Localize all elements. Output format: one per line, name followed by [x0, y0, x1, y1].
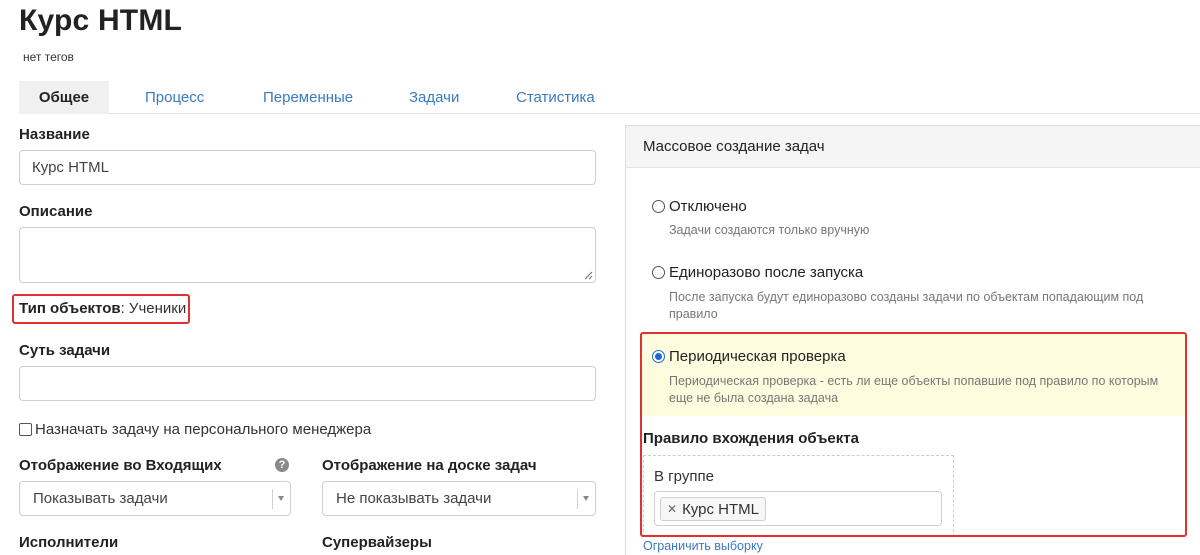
- radio-label: Единоразово после запуска: [669, 264, 864, 281]
- task-essence-input[interactable]: [19, 366, 596, 401]
- annotation-box-periodic: [640, 332, 1187, 537]
- object-type-line: Тип объектов: Ученики: [19, 300, 186, 317]
- tab-process[interactable]: Процесс: [145, 81, 204, 114]
- board-display-label: Отображение на доске задач: [322, 457, 537, 474]
- tab-general[interactable]: Общее: [19, 81, 109, 114]
- description-label: Описание: [19, 203, 93, 220]
- name-input[interactable]: Курс HTML: [19, 150, 596, 185]
- tab-tasks[interactable]: Задачи: [409, 81, 459, 114]
- radio-option-disabled[interactable]: Отключено: [652, 198, 747, 215]
- panel-header: Массовое создание задач: [626, 126, 1200, 168]
- object-type-value: : Ученики: [120, 300, 187, 317]
- tab-variables[interactable]: Переменные: [263, 81, 353, 114]
- help-icon[interactable]: ?: [275, 458, 289, 472]
- panel-title: Массовое создание задач: [643, 138, 825, 155]
- inbox-display-select[interactable]: Показывать задачи: [19, 481, 291, 516]
- radio-description: После запуска будут единоразово созданы …: [669, 290, 1144, 321]
- caret-down-icon: [583, 496, 589, 501]
- executors-label: Исполнители: [19, 534, 119, 551]
- radio-button[interactable]: [652, 266, 665, 279]
- board-display-select[interactable]: Не показывать задачи: [322, 481, 596, 516]
- name-label: Название: [19, 126, 90, 143]
- caret-down-icon: [278, 496, 284, 501]
- radio-label: Отключено: [669, 198, 747, 215]
- assign-manager-checkbox[interactable]: [19, 423, 32, 436]
- limit-selection-link[interactable]: Ограничить выборку: [643, 539, 763, 553]
- inbox-display-value: Показывать задачи: [33, 490, 168, 507]
- select-divider: [577, 489, 578, 509]
- name-input-value: Курс HTML: [32, 159, 109, 176]
- assign-manager-row[interactable]: Назначать задачу на персонального менедж…: [19, 421, 371, 438]
- radio-option-once[interactable]: Единоразово после запуска: [652, 264, 863, 281]
- description-textarea[interactable]: [19, 227, 596, 283]
- resize-handle-icon[interactable]: [584, 271, 593, 280]
- board-display-value: Не показывать задачи: [336, 490, 492, 507]
- object-type-label: Тип объектов: [19, 300, 121, 317]
- assign-manager-label: Назначать задачу на персонального менедж…: [35, 421, 372, 438]
- task-essence-label: Суть задачи: [19, 342, 111, 359]
- tab-statistics[interactable]: Статистика: [516, 81, 595, 114]
- inbox-display-label: Отображение во Входящих: [19, 457, 222, 474]
- tab-bar: Общее Процесс Переменные Задачи Статисти…: [19, 81, 1200, 114]
- page-title: Курс HTML: [19, 4, 183, 37]
- select-divider: [272, 489, 273, 509]
- radio-description: Задачи создаются только вручную: [669, 223, 870, 237]
- radio-button[interactable]: [652, 200, 665, 213]
- supervisors-label: Супервайзеры: [322, 534, 432, 551]
- tags-text: нет тегов: [23, 50, 74, 64]
